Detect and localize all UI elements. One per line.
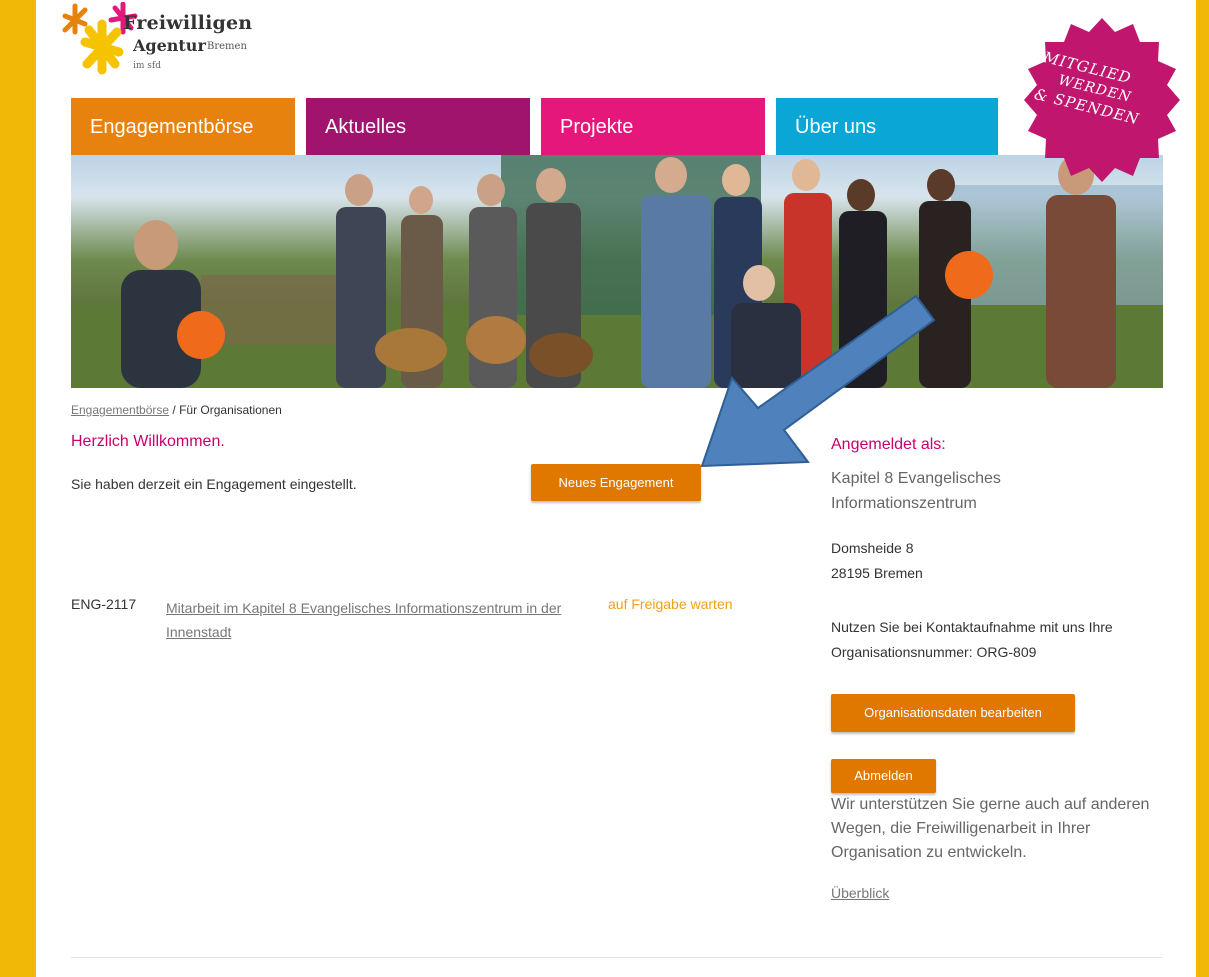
- nav-ueber-uns[interactable]: Über uns: [776, 98, 998, 155]
- organisation-number-note: Nutzen Sie bei Kontaktaufnahme mit uns I…: [831, 619, 1113, 660]
- page-container: Freiwilligen Agentur Bremen im sfd Engag…: [36, 0, 1196, 977]
- logo-city: Bremen: [207, 41, 247, 52]
- annotation-arrow-icon: [700, 294, 936, 468]
- organisation-address: Domsheide 8 28195 Bremen: [831, 536, 923, 586]
- logo-title-line1: Freiwilligen: [123, 12, 253, 34]
- welcome-heading: Herzlich Willkommen.: [71, 433, 225, 450]
- address-city: 28195 Bremen: [831, 565, 923, 581]
- overview-link[interactable]: Überblick: [831, 885, 889, 901]
- logout-button[interactable]: Abmelden: [831, 759, 936, 793]
- engagement-title-link[interactable]: Mitarbeit im Kapitel 8 Evangelisches Inf…: [166, 596, 606, 644]
- engagement-status: auf Freigabe warten: [608, 596, 733, 612]
- edit-organisation-button[interactable]: Organisationsdaten bearbeiten: [831, 694, 1075, 732]
- address-street: Domsheide 8: [831, 540, 914, 556]
- nav-projekte[interactable]: Projekte: [541, 98, 765, 155]
- breadcrumb-current: Für Organisationen: [179, 403, 282, 417]
- hero-photo-illustration: [71, 155, 1163, 388]
- new-engagement-button[interactable]: Neues Engagement: [531, 464, 701, 501]
- engagement-id: ENG-2117: [71, 596, 137, 612]
- logo-title-line2: Agentur: [133, 36, 206, 55]
- hero-group-photo: [71, 155, 1163, 388]
- breadcrumb-separator: /: [169, 403, 180, 417]
- nav-aktuelles[interactable]: Aktuelles: [306, 98, 530, 155]
- breadcrumb: Engagementbörse / Für Organisationen: [71, 403, 282, 417]
- breadcrumb-link-engagementboerse[interactable]: Engagementbörse: [71, 403, 169, 417]
- support-text: Wir unterstützen Sie gerne auch auf ande…: [831, 796, 1150, 861]
- logo-subtitle: im sfd: [133, 61, 161, 71]
- site-logo[interactable]: Freiwilligen Agentur Bremen im sfd: [61, 2, 301, 84]
- engagement-count-text: Sie haben derzeit ein Engagement eingest…: [71, 476, 357, 492]
- nav-engagementboerse[interactable]: Engagementbörse: [71, 98, 295, 155]
- footer-divider: [71, 957, 1163, 958]
